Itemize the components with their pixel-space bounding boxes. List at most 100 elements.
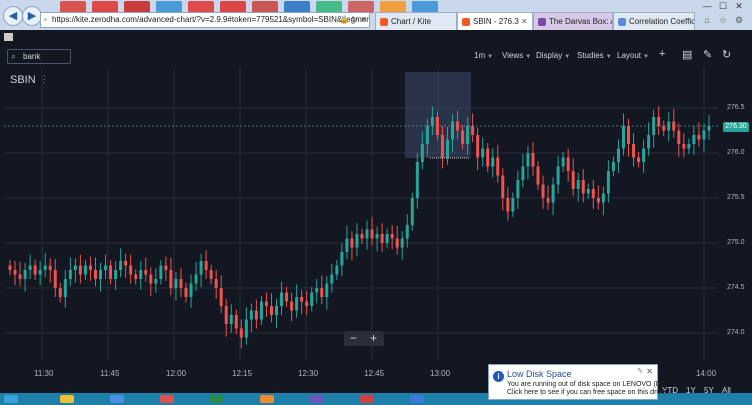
candle-body (692, 135, 696, 144)
candle-body (330, 274, 334, 284)
tab-darvas[interactable]: The Darvas Box: A T... (533, 12, 613, 30)
chevron-down-icon: ▼ (643, 54, 649, 60)
candle-body (531, 153, 535, 167)
candle-body (204, 261, 208, 270)
minimize-icon[interactable]: — (700, 2, 714, 12)
candle-body (229, 315, 233, 324)
candle-body (179, 279, 183, 288)
candle-body (194, 274, 198, 284)
app-icon[interactable] (310, 395, 324, 403)
start-icon[interactable] (4, 395, 18, 403)
comment-icon[interactable]: ▤ (682, 48, 692, 61)
candle-body (536, 166, 540, 185)
close-icon[interactable]: ✕ (646, 367, 653, 376)
candle-body (461, 130, 465, 144)
candle-body (285, 292, 289, 302)
candle-body (290, 301, 294, 311)
close-window-icon[interactable]: ✕ (732, 2, 746, 12)
address-bar[interactable]: ▪ https://kite.zerodha.com/advanced-chart… (40, 12, 370, 28)
candlestick-chart[interactable] (0, 68, 752, 364)
candle-body (395, 238, 399, 248)
selection-box (405, 72, 471, 158)
favorites-star-icon[interactable]: ☆ (716, 16, 730, 26)
app-icon[interactable] (410, 395, 424, 403)
search-icon: ⌕ (11, 51, 17, 61)
candle-body (521, 166, 525, 180)
display-menu[interactable]: Display ▼ (536, 51, 570, 60)
candle-body (430, 117, 434, 126)
refresh-icon[interactable]: ↻ (722, 48, 731, 61)
candle-body (596, 198, 600, 203)
time-tick: 11:45 (100, 369, 120, 378)
zoom-in-button[interactable]: + (370, 331, 377, 345)
address-bar-icons: 🔒 ↻ ✕ (339, 15, 367, 24)
home-icon[interactable]: ⌂ (700, 16, 714, 26)
candle-body (43, 265, 47, 270)
tab-correlation[interactable]: Correlation Coeffici... (613, 12, 695, 30)
chevron-down-icon: ▼ (525, 54, 532, 60)
interval-dropdown[interactable]: 1m ▼ (474, 51, 493, 60)
candle-body (295, 297, 299, 311)
forward-button[interactable]: ▶ (22, 6, 42, 26)
candle-body (375, 234, 379, 239)
candle-body (632, 144, 636, 158)
candle-body (637, 157, 641, 162)
candle-body (63, 279, 67, 297)
candle-body (410, 198, 414, 225)
candle-body (224, 306, 228, 324)
page-tool-icon[interactable] (4, 33, 13, 41)
zoom-out-button[interactable]: − (350, 331, 357, 345)
candle-body (390, 234, 394, 239)
settings-gear-icon[interactable]: ⚙ (732, 16, 746, 26)
candle-body (476, 135, 480, 158)
candle-body (78, 265, 82, 275)
price-tick: 276.0 (727, 149, 745, 156)
candle-body (109, 265, 113, 279)
candle-body (561, 157, 565, 167)
low-disk-space-notification[interactable]: i Low Disk Space You are running out of … (488, 364, 667, 400)
back-button[interactable]: ◀ (3, 6, 23, 26)
candle-body (647, 135, 651, 149)
candle-body (139, 270, 143, 279)
close-tab-icon[interactable]: ✕ (521, 17, 528, 26)
candle-body (350, 238, 354, 248)
candle-body (129, 265, 133, 275)
ie-icon[interactable] (110, 395, 124, 403)
tab-sbin[interactable]: SBIN - 276.3 ✕ (457, 12, 533, 30)
candle-body (601, 193, 605, 203)
app-icon[interactable] (210, 395, 224, 403)
pin-icon[interactable]: ✎ (637, 367, 643, 375)
chevron-down-icon: ▼ (605, 54, 612, 60)
crosshair-add-icon[interactable]: + (659, 48, 665, 60)
candle-body (642, 148, 646, 162)
candle-body (526, 153, 530, 167)
candle-body (58, 288, 62, 297)
top-icon-strip (60, 0, 444, 13)
views-menu[interactable]: Views ▼ (502, 51, 531, 60)
studies-menu[interactable]: Studies ▼ (577, 51, 612, 60)
maximize-icon[interactable]: ☐ (716, 2, 730, 12)
layout-menu[interactable]: Layout ▼ (617, 51, 649, 60)
search-input[interactable]: ⌕ bank (7, 49, 71, 64)
candle-body (551, 184, 555, 203)
studies-label: Studies (577, 51, 604, 60)
app-icon[interactable] (360, 395, 374, 403)
tab-chart-kite[interactable]: Chart / Kite (375, 12, 457, 30)
candle-body (53, 270, 57, 288)
candle-body (546, 198, 550, 203)
candle-body (556, 166, 560, 185)
notification-title: Low Disk Space (507, 369, 572, 379)
symbol-menu-icon[interactable]: ⋮ (40, 74, 49, 85)
app-icon[interactable] (160, 395, 174, 403)
app-icon[interactable] (260, 395, 274, 403)
tab-label: Correlation Coeffici... (629, 17, 695, 26)
explorer-icon[interactable] (60, 395, 74, 403)
candle-body (627, 126, 631, 144)
candle-body (400, 238, 404, 248)
candle-body (657, 117, 661, 126)
draw-pencil-icon[interactable]: ✎ (703, 48, 712, 61)
candle-body (320, 288, 324, 297)
candle-body (275, 306, 279, 315)
candle-body (174, 279, 178, 288)
site-favicon-icon (618, 17, 626, 26)
